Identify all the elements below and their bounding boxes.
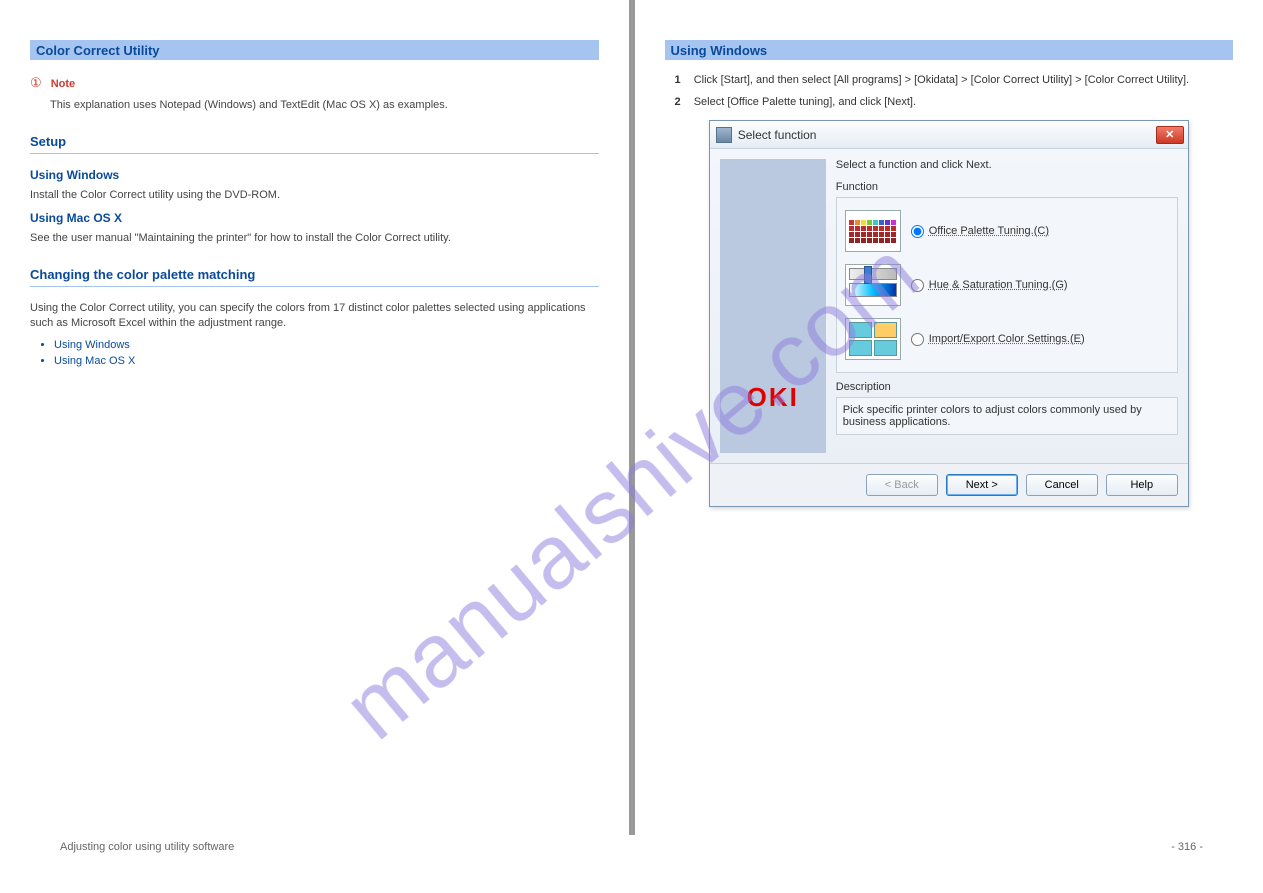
note-label: Note [51,78,75,90]
option-hue-row: Hue & Saturation Tuning.(G) [843,258,1171,312]
setup-windows-body: Install the Color Correct utility using … [30,188,599,203]
hue-thumb-icon [845,264,901,306]
oki-logo: OKI [747,382,799,453]
setup-windows-h: Using Windows [30,168,599,182]
dialog-body: OKI Select a function and click Next. Fu… [710,149,1188,463]
footer-page: - 316 - [1171,841,1203,853]
cancel-button[interactable]: Cancel [1026,474,1098,496]
next-button[interactable]: Next > [946,474,1018,496]
hue-radio[interactable] [911,279,924,292]
footer-left: Adjusting color using utility software [60,841,234,853]
select-function-dialog: Select function ✕ OKI Select a function … [709,120,1189,507]
setup-h: Setup [30,134,66,149]
right-column: Using Windows 1 Click [Start], and then … [635,0,1263,835]
page: Color Correct Utility ① Note This explan… [0,0,1263,835]
dialog-sidebar-image: OKI [720,159,826,453]
back-button[interactable]: < Back [866,474,938,496]
office-thumb-icon [845,210,901,252]
ccpm-h: Changing the color palette matching [30,267,255,282]
dialog-app-icon [716,127,732,143]
dialog-right-pane: Select a function and click Next. Functi… [836,159,1178,453]
impexp-thumb-icon [845,318,901,360]
utility-title: Color Correct Utility [36,43,160,58]
office-label[interactable]: Office Palette Tuning.(C) [929,225,1049,237]
step-2-text: Select [Office Palette tuning], and clic… [694,96,916,108]
description-label: Description [836,381,1178,393]
ccpm-body: Using the Color Correct utility, you can… [30,301,599,332]
note-icon: ① [30,75,42,90]
page-footer: Adjusting color using utility software -… [0,835,1263,859]
utility-title-bar: Color Correct Utility [30,40,599,60]
step-2-num: 2 [675,96,681,108]
office-radio[interactable] [911,225,924,238]
dialog-buttons: < Back Next > Cancel Help [710,463,1188,506]
func-link-macos[interactable]: Using Mac OS X [54,355,599,367]
note-body: This explanation uses Notepad (Windows) … [50,98,599,113]
windows-section-title: Using Windows [671,43,768,58]
setup-mac-body: See the user manual "Maintaining the pri… [30,231,599,246]
windows-section-bar: Using Windows [665,40,1234,60]
left-column: Color Correct Utility ① Note This explan… [0,0,629,835]
step-1: 1 Click [Start], and then select [All pr… [675,74,1234,86]
setup-mac-h: Using Mac OS X [30,211,599,225]
dialog-titlebar: Select function ✕ [710,121,1188,149]
close-icon[interactable]: ✕ [1156,126,1184,144]
dialog-intro: Select a function and click Next. [836,159,1178,171]
note-row: ① Note [30,74,599,92]
impexp-label[interactable]: Import/Export Color Settings.(E) [929,333,1085,345]
step-1-text: Click [Start], and then select [All prog… [694,74,1189,86]
option-impexp-row: Import/Export Color Settings.(E) [843,312,1171,366]
option-office-row: Office Palette Tuning.(C) [843,204,1171,258]
hue-label[interactable]: Hue & Saturation Tuning.(G) [929,279,1068,291]
description-text: Pick specific printer colors to adjust c… [836,397,1178,435]
impexp-radio[interactable] [911,333,924,346]
function-group-label: Function [836,181,1178,193]
ccpm-heading: Changing the color palette matching [30,267,599,287]
help-button[interactable]: Help [1106,474,1178,496]
func-link-windows[interactable]: Using Windows [54,339,599,351]
step-list: 1 Click [Start], and then select [All pr… [675,74,1234,108]
function-group: Office Palette Tuning.(C) Hue & Saturati… [836,197,1178,373]
setup-heading: Setup [30,134,599,154]
dialog-title: Select function [738,128,1156,142]
func-list: Using Windows Using Mac OS X [54,339,599,367]
step-1-num: 1 [675,74,681,86]
step-2: 2 Select [Office Palette tuning], and cl… [675,96,1234,108]
